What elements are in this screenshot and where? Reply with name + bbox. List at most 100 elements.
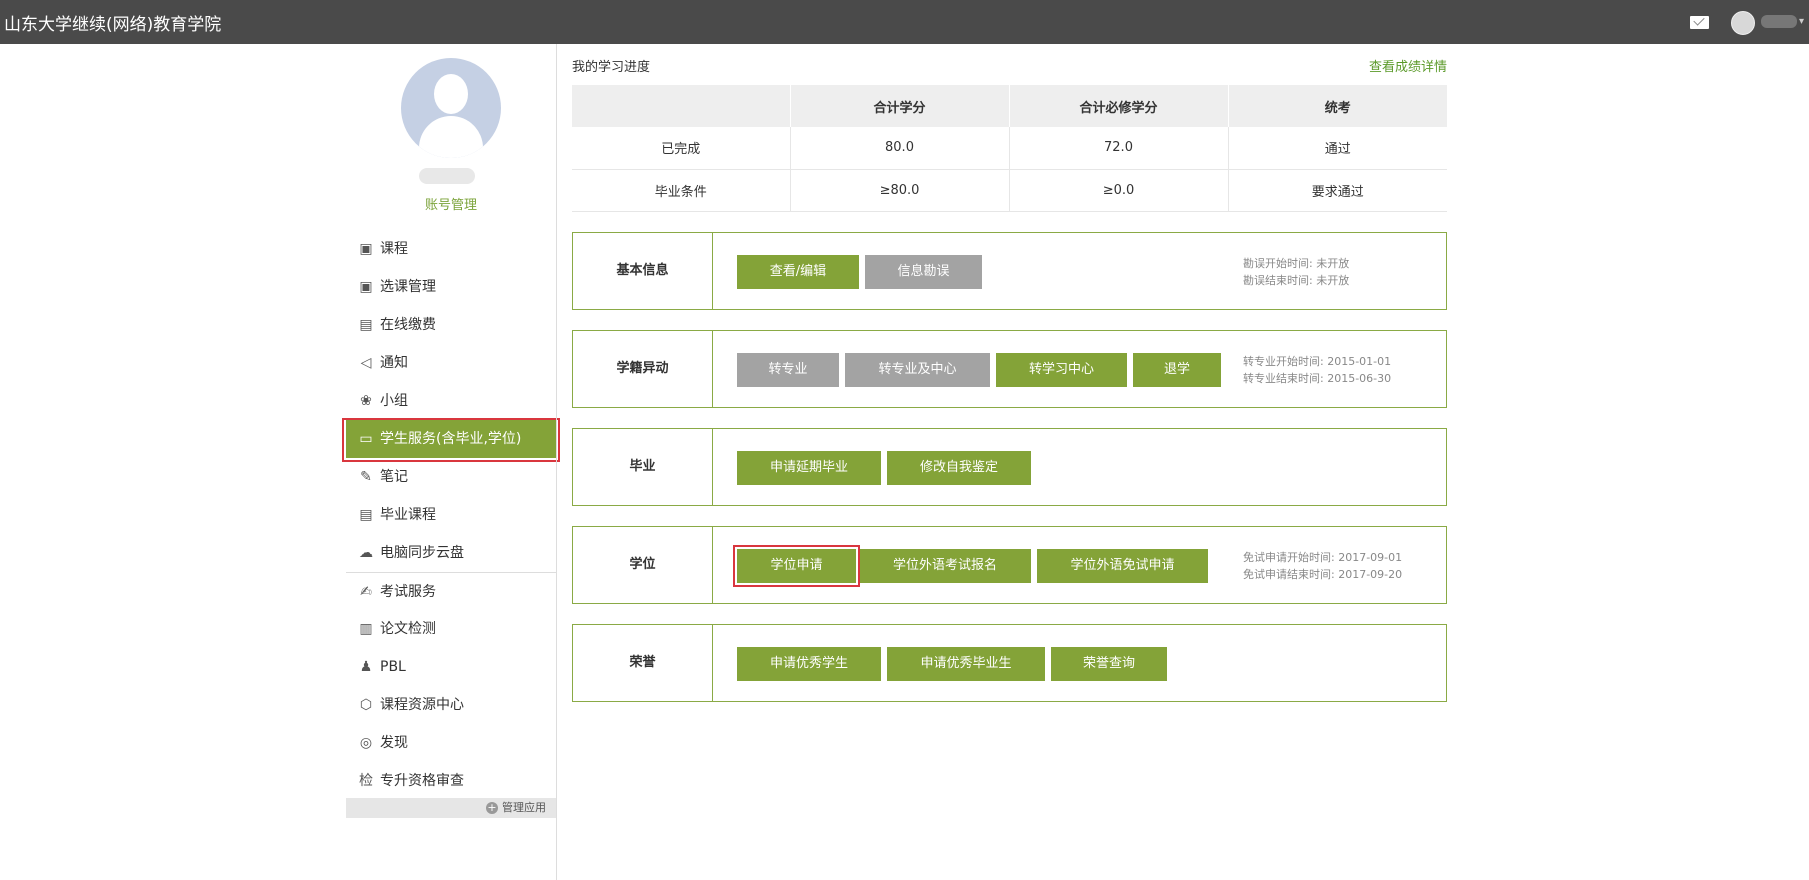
speaker-icon: ◁: [360, 355, 372, 371]
sidebar-item-course-selection[interactable]: ▣ 选课管理: [346, 268, 556, 306]
degree-language-exemption-button[interactable]: 学位外语免试申请: [1037, 549, 1208, 583]
avatar-head: [434, 74, 468, 114]
sidebar-item-label: 发现: [380, 735, 408, 751]
exemption-time-note: 免试申请开始时间: 2017-09-01 免试申请结束时间: 2017-09-2…: [1243, 549, 1402, 583]
sidebar-item-notice[interactable]: ◁ 通知: [346, 344, 556, 382]
sidebar-divider: [556, 44, 557, 880]
sidebar-item-notes[interactable]: ✎ 笔记: [346, 458, 556, 496]
table-cell: 72.0: [1009, 127, 1229, 170]
delay-graduation-button[interactable]: 申请延期毕业: [737, 451, 881, 485]
sidebar-item-label: 在线缴费: [380, 317, 436, 333]
sidebar-item-label: 课程资源中心: [380, 697, 464, 713]
table-row: 已完成 80.0 72.0 通过: [572, 127, 1447, 170]
progress-table: 合计学分 合计必修学分 统考 已完成 80.0 72.0 通过 毕业条件 ≥80…: [572, 85, 1447, 212]
change-major-center-button[interactable]: 转专业及中心: [845, 353, 990, 387]
apply-excellent-graduate-button[interactable]: 申请优秀毕业生: [887, 647, 1045, 681]
sidebar-item-label: 课程: [380, 241, 408, 257]
edit-self-evaluation-button[interactable]: 修改自我鉴定: [887, 451, 1031, 485]
sidebar-item-label: 专升资格审查: [380, 773, 464, 789]
user-name-blurred[interactable]: [1761, 15, 1797, 28]
group-icon: ❀: [360, 393, 372, 409]
progress-title: 我的学习进度: [572, 60, 651, 75]
table-header-row: 合计学分 合计必修学分 统考: [572, 85, 1447, 127]
cloud-icon: ☁: [359, 545, 373, 561]
sidebar-item-discover[interactable]: ◎ 发现: [346, 724, 556, 762]
user-avatar[interactable]: [1731, 11, 1755, 35]
table-cell: 要求通过: [1228, 169, 1447, 212]
table-cell: 通过: [1228, 127, 1447, 170]
panel-label: 毕业: [573, 429, 713, 505]
book-icon: ▥: [359, 621, 373, 637]
profile-avatar[interactable]: [401, 58, 501, 158]
view-grades-link[interactable]: 查看成绩详情: [1369, 56, 1447, 75]
withdraw-button[interactable]: 退学: [1133, 353, 1221, 387]
panel-label: 学位: [573, 527, 713, 603]
sidebar-item-label: 论文检测: [380, 621, 436, 637]
sidebar-item-resource-center[interactable]: ⬡ 课程资源中心: [346, 686, 556, 724]
panel-label: 荣誉: [573, 625, 713, 701]
sidebar-item-student-services[interactable]: ▭ 学生服务(含毕业,学位): [342, 418, 560, 462]
compass-icon: ◎: [359, 735, 373, 751]
site-title[interactable]: 山东大学继续(网络)教育学院: [4, 10, 221, 35]
note-line: 转专业开始时间: 2015-01-01: [1243, 355, 1392, 368]
view-edit-button[interactable]: 查看/编辑: [737, 255, 859, 289]
sidebar-item-cloud-drive[interactable]: ☁ 电脑同步云盘: [346, 534, 556, 572]
change-time-note: 转专业开始时间: 2015-01-01 转专业结束时间: 2015-06-30: [1243, 353, 1391, 387]
cube-icon: ⬡: [359, 697, 373, 713]
sidebar-item-label: 毕业课程: [380, 507, 436, 523]
top-bar: 山东大学继续(网络)教育学院 ▾: [0, 0, 1809, 44]
sidebar-item-exam-services[interactable]: ✍ 考试服务: [346, 572, 556, 610]
sidebar-item-qualification-review[interactable]: 检专升资格审查: [346, 762, 556, 800]
correction-time-note: 勘误开始时间: 未开放 勘误结束时间: 未开放: [1243, 255, 1349, 289]
basic-info-panel: 基本信息 查看/编辑 信息勘误 勘误开始时间: 未开放 勘误结束时间: 未开放: [572, 232, 1447, 310]
sidebar-item-label: 笔记: [380, 469, 408, 485]
sidebar-item-label: 小组: [380, 393, 408, 409]
note-line: 勘误开始时间: 未开放: [1243, 257, 1350, 270]
column-header: 合计学分: [790, 85, 1010, 127]
sidebar-item-thesis-check[interactable]: ▥ 论文检测: [346, 610, 556, 648]
sidebar-item-label: 选课管理: [380, 279, 436, 295]
honor-query-button[interactable]: 荣誉查询: [1051, 647, 1167, 681]
sidebar-item-group[interactable]: ❀ 小组: [346, 382, 556, 420]
sidebar-item-label: PBL: [380, 659, 406, 675]
graduation-panel: 毕业 申请延期毕业 修改自我鉴定: [572, 428, 1447, 506]
sidebar-menu: ▣ 课程 ▣ 选课管理 ▤ 在线缴费 ◁ 通知 ❀ 小组 ▭ 学生服务(含毕业,学位) ✎ 笔…: [342, 230, 560, 800]
sidebar-item-pbl[interactable]: ♟ PBL: [346, 648, 556, 686]
degree-panel: 学位 学位申请 学位外语考试报名 学位外语免试申请 免试申请开始时间: 2017…: [572, 526, 1447, 604]
manage-apps-button[interactable]: + 管理应用: [346, 798, 556, 818]
sidebar-item-course[interactable]: ▣ 课程: [346, 230, 556, 268]
calendar-icon: ▣: [359, 279, 373, 295]
highlight-box: [733, 545, 860, 587]
info-correction-button[interactable]: 信息勘误: [865, 255, 982, 289]
mail-icon[interactable]: [1690, 16, 1709, 29]
table-row: 毕业条件 ≥80.0 ≥0.0 要求通过: [572, 169, 1447, 212]
apply-excellent-student-button[interactable]: 申请优秀学生: [737, 647, 881, 681]
exam-icon: ✍: [360, 584, 372, 600]
degree-language-exam-button[interactable]: 学位外语考试报名: [859, 549, 1031, 583]
status-change-panel: 学籍异动 转专业 转专业及中心 转学习中心 退学 转专业开始时间: 2015-0…: [572, 330, 1447, 408]
panel-label: 学籍异动: [573, 331, 713, 407]
avatar-body: [419, 116, 483, 158]
chevron-down-icon[interactable]: ▾: [1799, 16, 1804, 27]
plus-icon: +: [486, 801, 498, 814]
document-icon: ▤: [359, 507, 373, 523]
note-line: 免试申请开始时间: 2017-09-01: [1243, 551, 1403, 564]
people-icon: ♟: [359, 659, 373, 675]
change-center-button[interactable]: 转学习中心: [996, 353, 1127, 387]
table-cell: ≥0.0: [1009, 169, 1229, 212]
sidebar-item-payment[interactable]: ▤ 在线缴费: [346, 306, 556, 344]
table-cell: 80.0: [790, 127, 1010, 170]
note-icon: ✎: [360, 469, 372, 485]
note-line: 免试申请结束时间: 2017-09-20: [1243, 568, 1403, 581]
account-management-link[interactable]: 账号管理: [346, 194, 556, 213]
highlight-box: [342, 418, 560, 462]
sidebar-item-label: 电脑同步云盘: [380, 545, 464, 561]
sidebar-item-graduation-courses[interactable]: ▤ 毕业课程: [346, 496, 556, 534]
profile-username-blurred: [419, 168, 475, 184]
change-major-button[interactable]: 转专业: [737, 353, 839, 387]
document-icon: ▤: [359, 317, 373, 333]
check-doc-icon: 检: [359, 773, 373, 789]
note-line: 勘误结束时间: 未开放: [1243, 274, 1350, 287]
calendar-icon: ▣: [359, 241, 373, 257]
column-header: 合计必修学分: [1009, 85, 1229, 127]
